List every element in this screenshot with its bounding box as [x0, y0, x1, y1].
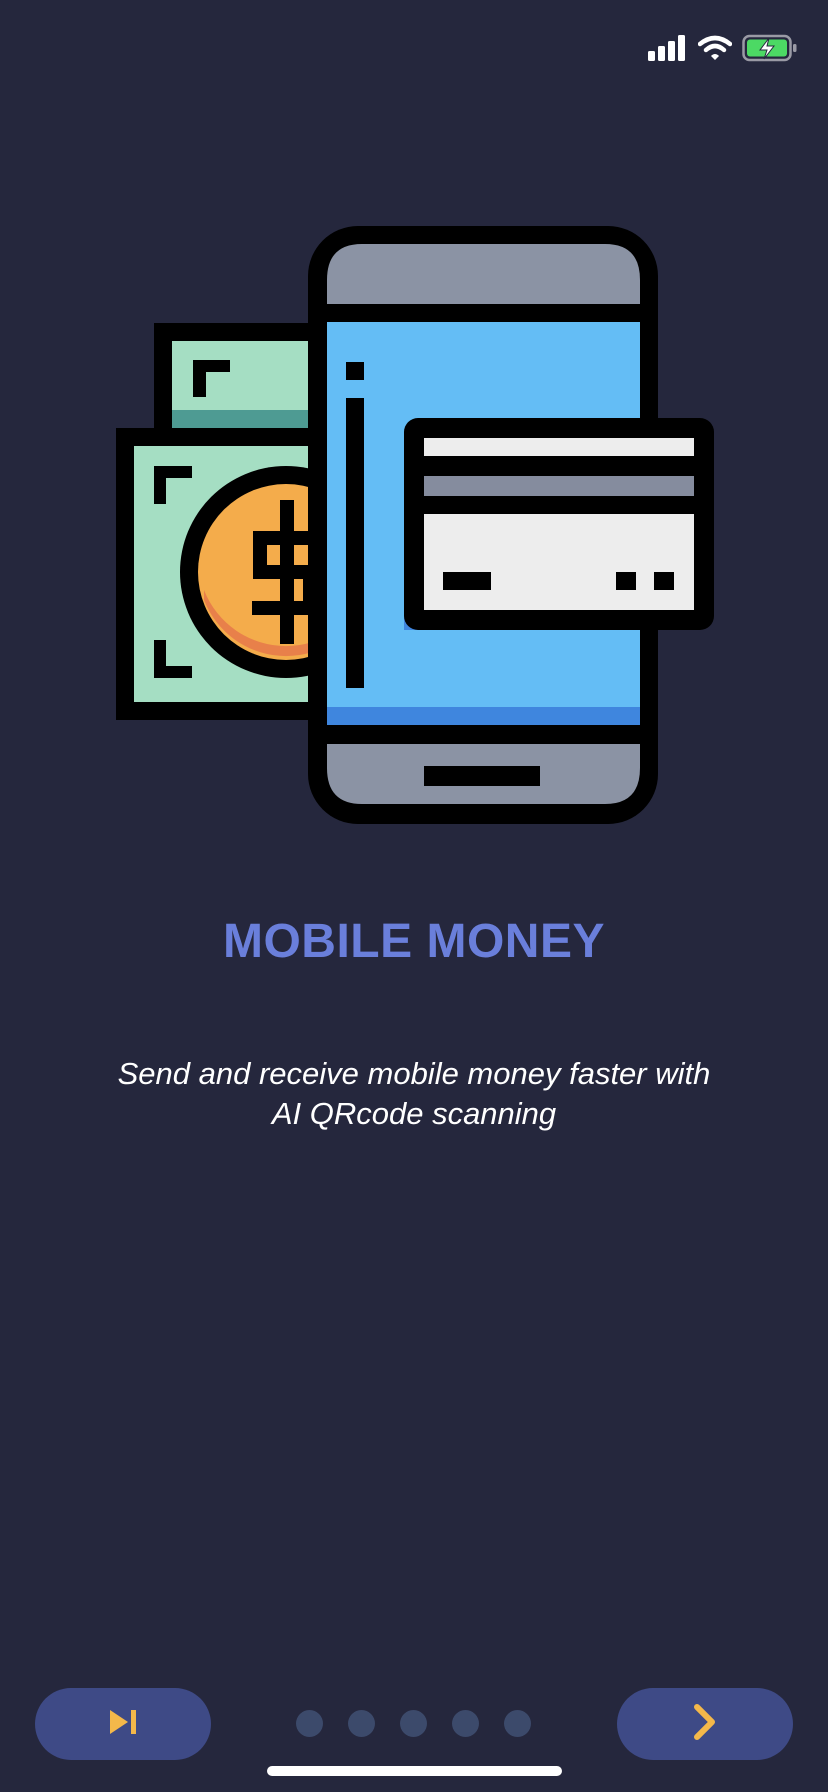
- page-title: MOBILE MONEY: [222, 915, 605, 968]
- status-icons: [648, 34, 798, 62]
- battery-charging-icon: [742, 34, 798, 62]
- page-dot[interactable]: [400, 1710, 427, 1737]
- skip-button[interactable]: [35, 1688, 211, 1760]
- description-line-1: Send and receive mobile money faster wit…: [117, 1056, 711, 1091]
- page-dot[interactable]: [296, 1710, 323, 1737]
- status-bar: [0, 0, 828, 100]
- page-description: Send and receive mobile money faster wit…: [60, 1054, 768, 1134]
- cellular-signal-icon: [648, 35, 688, 61]
- page-dot[interactable]: [504, 1710, 531, 1737]
- page-indicator: [296, 1710, 531, 1737]
- wifi-icon: [698, 35, 732, 61]
- next-button[interactable]: [617, 1688, 793, 1760]
- skip-forward-icon: [108, 1709, 138, 1740]
- description-line-2: AI QRcode scanning: [271, 1096, 557, 1131]
- chevron-right-icon: [692, 1703, 718, 1746]
- page-dot[interactable]: [452, 1710, 479, 1737]
- mobile-money-illustration: [100, 220, 740, 830]
- home-indicator[interactable]: [267, 1766, 562, 1776]
- page-dot[interactable]: [348, 1710, 375, 1737]
